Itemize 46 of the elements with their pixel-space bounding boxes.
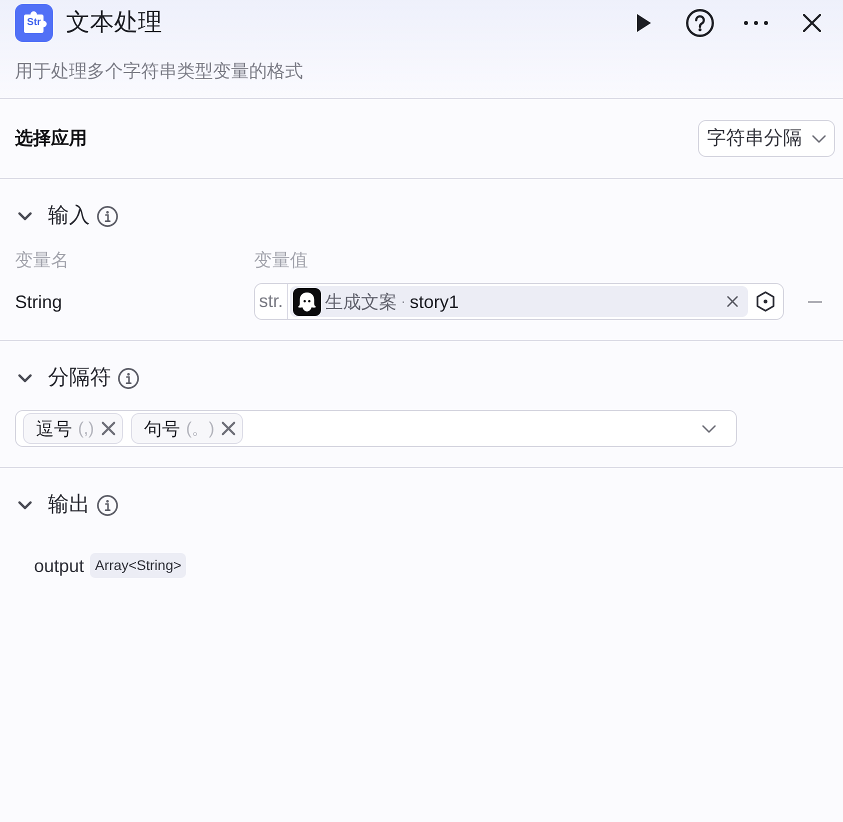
tag-symbol: (。) — [186, 418, 214, 440]
close-icon — [803, 14, 821, 32]
panel-title: 文本处理 — [66, 8, 162, 38]
field-label: 选择应用 — [15, 127, 87, 150]
clear-icon — [726, 296, 738, 307]
column-header: 变量值 — [254, 249, 308, 272]
reference-tag[interactable]: 生成文案 · story1 — [290, 286, 748, 317]
tag-remove-button[interactable] — [220, 420, 236, 436]
node-name: 生成文案 — [325, 290, 398, 314]
tag-label: 句号 — [144, 418, 180, 440]
ghost-icon — [293, 288, 322, 316]
separator-dot: · — [401, 292, 406, 311]
section-title: 分隔符 — [48, 365, 111, 391]
output-name: output — [34, 554, 84, 578]
tag-remove-button[interactable] — [100, 420, 116, 436]
app-dropdown[interactable]: 字符串分隔 — [698, 120, 835, 157]
hexagon-icon — [755, 291, 776, 312]
logo-label: Str — [26, 16, 42, 29]
chevron-down-icon — [812, 134, 826, 142]
type-badge: Array<String> — [90, 553, 186, 578]
close-icon — [220, 421, 236, 436]
section-title: 输入 — [48, 203, 90, 229]
play-icon — [637, 14, 651, 32]
tag-symbol: (,) — [78, 418, 94, 440]
selected-tag[interactable]: 逗号 (,) — [23, 413, 124, 444]
type-prefix: str. — [255, 284, 288, 319]
variable-reference: story1 — [410, 290, 459, 314]
variable-value-field[interactable]: str. 生成文案 · story1 — [254, 283, 784, 320]
section-title: 输出 — [48, 492, 90, 518]
minus-icon — [808, 300, 822, 302]
info-icon — [118, 368, 139, 388]
more-icon — [744, 21, 768, 25]
tag-label: 逗号 — [36, 418, 72, 440]
help-button[interactable] — [684, 7, 716, 39]
clear-button[interactable] — [725, 294, 739, 308]
selected-tag[interactable]: 句号 (。) — [131, 413, 244, 444]
help-icon — [686, 9, 714, 37]
variable-name: String — [15, 290, 64, 314]
close-icon — [100, 421, 116, 436]
info-icon — [97, 494, 118, 516]
variable-settings-button[interactable] — [755, 291, 776, 312]
separator-multiselect[interactable]: 逗号 (,) 句号 (。) — [15, 410, 737, 447]
info-icon — [97, 206, 118, 226]
column-header: 变量名 — [15, 249, 70, 272]
chevron-down-icon — [702, 424, 716, 432]
panel-description: 用于处理多个字符串类型变量的格式 — [15, 60, 304, 83]
